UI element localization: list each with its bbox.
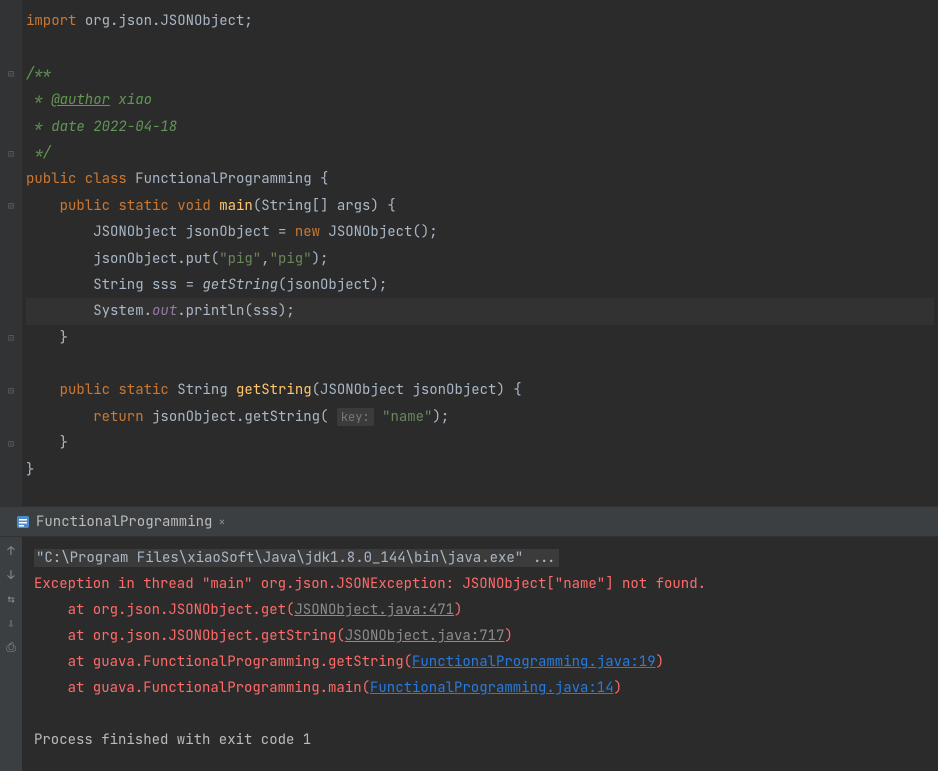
gutter-fold-icon	[0, 351, 22, 377]
gutter-fold-icon	[0, 219, 22, 245]
code-line[interactable]: public class FunctionalProgramming {	[26, 166, 934, 192]
console-line: "C:\Program Files\xiaoSoft\Java\jdk1.8.0…	[34, 545, 926, 571]
gutter-fold-icon	[0, 457, 22, 483]
gutter-fold-icon[interactable]: ⊟	[0, 193, 22, 219]
gutter-fold-icon	[0, 34, 22, 60]
code-line[interactable]: /**	[26, 61, 934, 87]
console-line: at guava.FunctionalProgramming.main(Func…	[34, 675, 926, 701]
code-line[interactable]: }	[26, 457, 934, 483]
gutter-fold-icon	[0, 246, 22, 272]
code-line[interactable]: * @author xiao	[26, 87, 934, 113]
code-line[interactable]: import org.json.JSONObject;	[26, 8, 934, 34]
stacktrace-link[interactable]: JSONObject.java:471	[294, 601, 454, 619]
code-line[interactable]: System.out.println(sss);	[26, 298, 934, 324]
stacktrace-link[interactable]: FunctionalProgramming.java:14	[370, 679, 614, 697]
gutter-fold-icon	[0, 298, 22, 324]
code-line[interactable]: */	[26, 140, 934, 166]
editor-gutter: ⊟ ⊡ ⊟ ⊡ ⊟ ⊡	[0, 0, 22, 506]
gutter-fold-icon[interactable]: ⊡	[0, 140, 22, 166]
print-icon[interactable]: ⎙	[6, 639, 16, 655]
gutter-fold-icon[interactable]: ⊟	[0, 377, 22, 403]
console-line: Exception in thread "main" org.json.JSON…	[34, 571, 926, 597]
stacktrace-link[interactable]: FunctionalProgramming.java:19	[412, 653, 656, 671]
gutter-fold-icon	[0, 272, 22, 298]
code-editor[interactable]: ⊟ ⊡ ⊟ ⊡ ⊟ ⊡ import org.json.JSONObject; /** *…	[0, 0, 938, 506]
code-line[interactable]: public static void main(String[] args) {	[26, 193, 934, 219]
close-tab-icon[interactable]: ×	[218, 514, 225, 530]
down-icon[interactable]: ↓	[7, 567, 14, 583]
gutter-fold-icon[interactable]: ⊡	[0, 430, 22, 456]
code-line[interactable]: jsonObject.put("pig","pig");	[26, 246, 934, 272]
code-line[interactable]: public static String getString(JSONObjec…	[26, 377, 934, 403]
console-output[interactable]: "C:\Program Files\xiaoSoft\Java\jdk1.8.0…	[22, 537, 938, 771]
gutter-fold-icon[interactable]: ⊟	[0, 61, 22, 87]
console-tab-bar: FunctionalProgramming ×	[0, 507, 938, 537]
run-config-icon	[16, 515, 30, 529]
code-line[interactable]: return jsonObject.getString( key: "name"…	[26, 404, 934, 430]
gutter-fold-icon	[0, 404, 22, 430]
console-line: at guava.FunctionalProgramming.getString…	[34, 649, 926, 675]
gutter-fold-icon	[0, 114, 22, 140]
console-line: at org.json.JSONObject.getString(JSONObj…	[34, 623, 926, 649]
gutter-fold-icon[interactable]: ⊡	[0, 325, 22, 351]
console-panel: FunctionalProgramming × ↑ ↓ ⇆ ⇩ ⎙ "C:\Pr…	[0, 506, 938, 771]
code-line[interactable]	[26, 34, 934, 60]
code-line[interactable]: * date 2022-04-18	[26, 114, 934, 140]
code-line[interactable]: JSONObject jsonObject = new JSONObject()…	[26, 219, 934, 245]
console-tab[interactable]: FunctionalProgramming ×	[8, 509, 234, 535]
gutter-fold-icon	[0, 8, 22, 34]
console-line: at org.json.JSONObject.get(JSONObject.ja…	[34, 597, 926, 623]
code-content[interactable]: import org.json.JSONObject; /** * @autho…	[22, 0, 938, 506]
gutter-fold-icon	[0, 87, 22, 113]
code-line[interactable]	[26, 351, 934, 377]
up-icon[interactable]: ↑	[7, 543, 14, 559]
stacktrace-link[interactable]: JSONObject.java:717	[345, 627, 505, 645]
code-line[interactable]: String sss = getString(jsonObject);	[26, 272, 934, 298]
code-line[interactable]: }	[26, 325, 934, 351]
console-tab-label: FunctionalProgramming	[36, 513, 212, 531]
code-line[interactable]: }	[26, 430, 934, 456]
console-line	[34, 701, 926, 727]
export-icon[interactable]: ⇩	[7, 615, 14, 631]
wrap-icon[interactable]: ⇆	[7, 591, 14, 607]
gutter-fold-icon	[0, 166, 22, 192]
console-toolbar: ↑ ↓ ⇆ ⇩ ⎙	[0, 537, 22, 771]
console-body: ↑ ↓ ⇆ ⇩ ⎙ "C:\Program Files\xiaoSoft\Jav…	[0, 537, 938, 771]
console-line: Process finished with exit code 1	[34, 727, 926, 753]
